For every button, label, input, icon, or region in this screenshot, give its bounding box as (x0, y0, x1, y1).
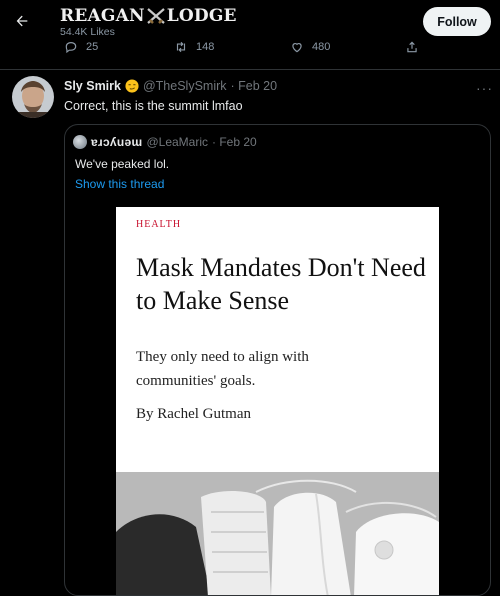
article-screenshot: HEALTH Mask Mandates Don't Need to Make … (116, 207, 439, 595)
reply-action[interactable]: 25 (64, 40, 98, 54)
tweet-header: Sly Smirk @TheSlySmirk · Feb 20 (64, 79, 277, 93)
like-count: 480 (312, 41, 331, 53)
share-icon (407, 41, 417, 53)
avatar-image (12, 76, 54, 118)
reply-icon (65, 42, 77, 54)
article-headline: Mask Mandates Don't Need to Make Sense (136, 253, 426, 315)
quoted-author-name: ɐɹɔʎuǝɯ (91, 135, 143, 149)
author-name[interactable]: Sly Smirk (64, 79, 121, 93)
reply-count: 25 (86, 41, 99, 53)
profile-title-block: REAGAN LODGE 54.4K Likes (60, 6, 237, 38)
article-byline: By Rachel Gutman (136, 406, 251, 422)
article-kicker: HEALTH (136, 219, 182, 230)
like-action[interactable]: 480 (290, 40, 330, 54)
share-action[interactable] (405, 40, 419, 54)
tweet-date[interactable]: · Feb 20 (231, 79, 278, 93)
back-arrow-icon (16, 15, 28, 27)
quoted-avatar (73, 135, 87, 149)
quoted-tweet-header: ɐɹɔʎuǝɯ @LeaMaric · Feb 20 (73, 135, 257, 149)
crossed-swords-icon (147, 8, 165, 24)
follow-button[interactable]: Follow (423, 7, 491, 36)
profile-title: REAGAN LODGE (60, 6, 237, 26)
tweet-text: Correct, this is the summit lmfao (64, 99, 243, 113)
retweet-action[interactable]: 148 (174, 40, 214, 54)
heart-icon (292, 43, 302, 53)
article-dek: They only need to align with communities… (136, 349, 309, 389)
smirk-emoji-icon (125, 79, 139, 93)
divider (0, 69, 500, 70)
masks-photo (116, 472, 439, 595)
show-thread-link[interactable]: Show this thread (75, 177, 164, 191)
quoted-tweet-text: We've peaked lol. (75, 157, 170, 171)
likes-count: 54.4K Likes (60, 26, 115, 38)
quoted-author-handle: @LeaMaric (146, 135, 209, 149)
back-button[interactable] (11, 10, 33, 32)
quoted-tweet-date: · Feb 20 (212, 135, 257, 149)
more-options-icon[interactable]: ··· (476, 80, 493, 96)
retweet-count: 148 (196, 41, 215, 53)
profile-header: REAGAN LODGE 54.4K Likes Follow 25 148 4… (0, 0, 500, 62)
tweet-actions: 25 148 480 (0, 40, 500, 58)
retweet-icon (176, 41, 186, 53)
avatar[interactable] (12, 76, 54, 118)
quoted-tweet[interactable]: ɐɹɔʎuǝɯ @LeaMaric · Feb 20 We've peaked … (64, 124, 491, 596)
profile-title-right: LODGE (166, 6, 237, 26)
profile-title-left: REAGAN (60, 6, 145, 26)
author-handle[interactable]: @TheSlySmirk (143, 79, 227, 93)
